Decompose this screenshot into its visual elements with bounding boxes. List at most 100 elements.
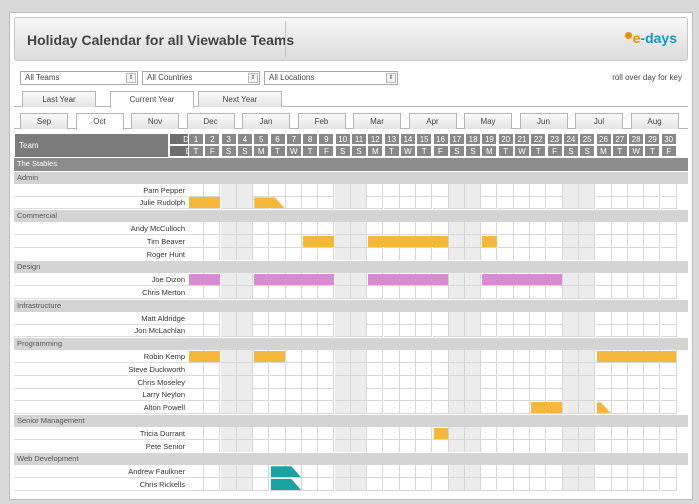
day-cell[interactable] — [334, 183, 351, 197]
day-cell[interactable] — [611, 286, 628, 299]
day-cell[interactable] — [334, 375, 351, 389]
day-cell[interactable] — [188, 426, 204, 440]
day-cell[interactable] — [481, 375, 498, 389]
tab-month-jun[interactable]: Jun — [519, 113, 568, 129]
day-cell[interactable] — [628, 247, 645, 261]
day-cell[interactable] — [253, 286, 270, 299]
day-cell[interactable] — [383, 222, 400, 235]
day-cell[interactable] — [383, 439, 400, 453]
day-cell[interactable] — [611, 362, 628, 376]
day-cell[interactable] — [367, 375, 384, 389]
day-cell[interactable] — [432, 388, 449, 402]
day-cell[interactable] — [497, 362, 514, 376]
person-name[interactable]: Matt Aldridge — [14, 312, 188, 325]
date-header-cell[interactable]: 8 — [302, 133, 319, 145]
day-cell[interactable] — [383, 286, 400, 299]
day-cell[interactable] — [481, 465, 498, 479]
day-cell[interactable] — [269, 388, 286, 402]
day-cell[interactable] — [399, 388, 416, 402]
day-cell[interactable] — [285, 324, 302, 338]
day-cell[interactable] — [514, 183, 530, 197]
day-cell[interactable] — [253, 388, 270, 402]
day-cell[interactable] — [465, 375, 482, 389]
day-cell[interactable] — [497, 324, 514, 338]
day-cell[interactable] — [351, 311, 367, 325]
date-header-cell[interactable]: 18 — [465, 133, 482, 145]
tab-month-apr[interactable]: Apr — [408, 113, 457, 129]
day-cell[interactable] — [204, 247, 221, 261]
day-cell[interactable] — [562, 286, 579, 299]
day-cell[interactable] — [595, 273, 612, 287]
day-cell[interactable] — [448, 478, 465, 491]
day-cell[interactable] — [497, 311, 514, 325]
day-cell[interactable] — [611, 222, 628, 235]
day-cell[interactable] — [497, 183, 514, 197]
day-cell[interactable] — [644, 324, 661, 338]
day-cell[interactable] — [579, 375, 596, 389]
day-cell[interactable] — [562, 350, 579, 363]
day-cell[interactable] — [481, 196, 498, 210]
day-cell[interactable] — [465, 401, 482, 415]
day-cell[interactable] — [595, 286, 612, 299]
day-cell[interactable] — [481, 222, 498, 235]
chevron-updown-icon[interactable]: ⇕ — [126, 73, 136, 83]
day-cell[interactable] — [628, 388, 645, 402]
day-cell[interactable] — [448, 196, 465, 210]
tab-month-dec[interactable]: Dec — [186, 113, 235, 129]
day-cell[interactable] — [253, 375, 270, 389]
day-cell[interactable] — [269, 426, 286, 440]
day-cell[interactable] — [497, 465, 514, 479]
leave-block-training[interactable] — [482, 274, 562, 286]
day-cell[interactable] — [514, 234, 530, 248]
day-cell[interactable] — [253, 183, 270, 197]
day-cell[interactable] — [383, 196, 400, 210]
tab-month-oct[interactable]: Oct — [75, 113, 124, 130]
locations-select[interactable]: All Locations ⇕ — [264, 71, 398, 85]
day-cell[interactable] — [367, 478, 384, 491]
person-name[interactable]: Tim Beaver — [14, 235, 188, 248]
person-name[interactable]: Andrew Faulkner — [14, 465, 188, 479]
day-cell[interactable] — [399, 375, 416, 389]
day-cell[interactable] — [530, 439, 547, 453]
date-header-cell[interactable]: 6 — [269, 133, 286, 145]
day-cell[interactable] — [285, 286, 302, 299]
day-cell[interactable] — [432, 401, 449, 415]
day-cell[interactable] — [416, 439, 433, 453]
day-cell[interactable] — [644, 362, 661, 376]
day-cell[interactable] — [399, 439, 416, 453]
day-cell[interactable] — [416, 375, 433, 389]
day-cell[interactable] — [497, 196, 514, 210]
day-cell[interactable] — [220, 273, 237, 287]
day-cell[interactable] — [611, 439, 628, 453]
day-cell[interactable] — [269, 362, 286, 376]
date-header-cell[interactable]: 21 — [514, 133, 530, 145]
day-cell[interactable] — [318, 183, 335, 197]
day-cell[interactable] — [530, 234, 547, 248]
day-cell[interactable] — [481, 183, 498, 197]
day-cell[interactable] — [334, 324, 351, 338]
day-cell[interactable] — [546, 183, 563, 197]
day-cell[interactable] — [481, 388, 498, 402]
day-cell[interactable] — [188, 324, 204, 338]
day-cell[interactable] — [367, 465, 384, 479]
day-cell[interactable] — [448, 362, 465, 376]
day-cell[interactable] — [465, 222, 482, 235]
day-cell[interactable] — [562, 222, 579, 235]
day-cell[interactable] — [236, 375, 253, 389]
day-cell[interactable] — [530, 183, 547, 197]
day-cell[interactable] — [628, 401, 645, 415]
day-cell[interactable] — [644, 375, 661, 389]
day-cell[interactable] — [497, 388, 514, 402]
day-cell[interactable] — [562, 311, 579, 325]
day-cell[interactable] — [514, 478, 530, 491]
day-cell[interactable] — [334, 465, 351, 479]
day-cell[interactable] — [595, 222, 612, 235]
day-cell[interactable] — [220, 234, 237, 248]
day-cell[interactable] — [660, 439, 677, 453]
person-name[interactable]: Julie Rudolph — [14, 196, 188, 210]
day-cell[interactable] — [416, 196, 433, 210]
day-cell[interactable] — [302, 196, 319, 210]
date-header-cell[interactable]: 10 — [334, 133, 351, 145]
day-cell[interactable] — [220, 311, 237, 325]
day-cell[interactable] — [236, 426, 253, 440]
